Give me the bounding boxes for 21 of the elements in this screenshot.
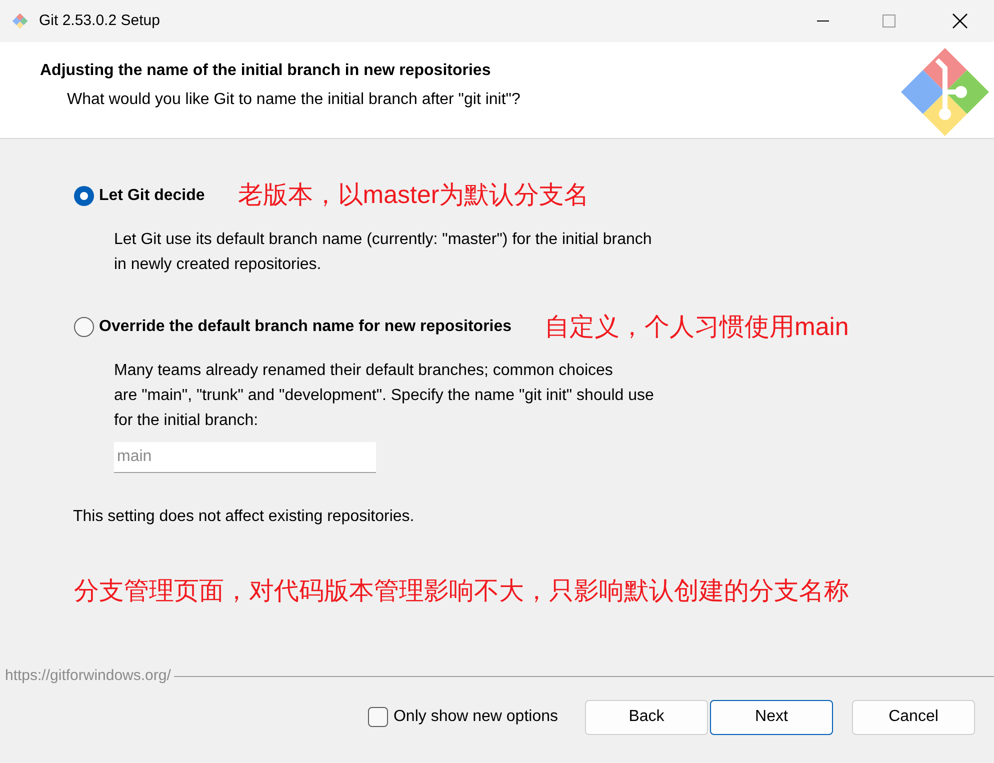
maximize-icon[interactable] [882, 14, 896, 28]
radio-button[interactable] [74, 317, 94, 338]
close-icon[interactable] [952, 13, 968, 29]
branch-name-field[interactable]: main [114, 442, 376, 473]
window-title: Git 2.53.0.2 Setup [39, 10, 160, 31]
option-description: Let Git use its default branch name (currently: "master") for the initial branch in newly created repositories. [114, 230, 653, 274]
page-subtitle: What would you like Git to name the initial branch after "git init"? [67, 90, 520, 110]
annotation-text: 分支管理页面，对代码版本管理影响不大，只影响默认创建的分支名称 [74, 576, 850, 607]
radio-button[interactable] [74, 186, 94, 206]
annotation-text: 自定义，个人习惯使用main [544, 312, 849, 342]
checkbox-label[interactable]: Only show new options [393, 705, 558, 729]
page-heading: Adjusting the name of the initial branch in new repositories [40, 61, 492, 81]
annotation-text: 老版本，以master为默认分支名 [238, 180, 590, 211]
checkbox[interactable] [368, 707, 388, 727]
dialog-button[interactable]: Cancel [852, 700, 975, 734]
option-description: Many teams already renamed their default branches; common choices are "main", "trunk" and "development". Specify the name "git init" should use for the initial branch: [114, 361, 655, 431]
option-label[interactable]: Override the default branch name for new repositories [99, 315, 512, 340]
dialog-button[interactable]: Back [585, 700, 708, 734]
dialog-button[interactable]: Next [710, 700, 833, 734]
info-text: This setting does not affect existing repositories. [73, 507, 416, 527]
option-label[interactable]: Let Git decide [99, 184, 205, 208]
